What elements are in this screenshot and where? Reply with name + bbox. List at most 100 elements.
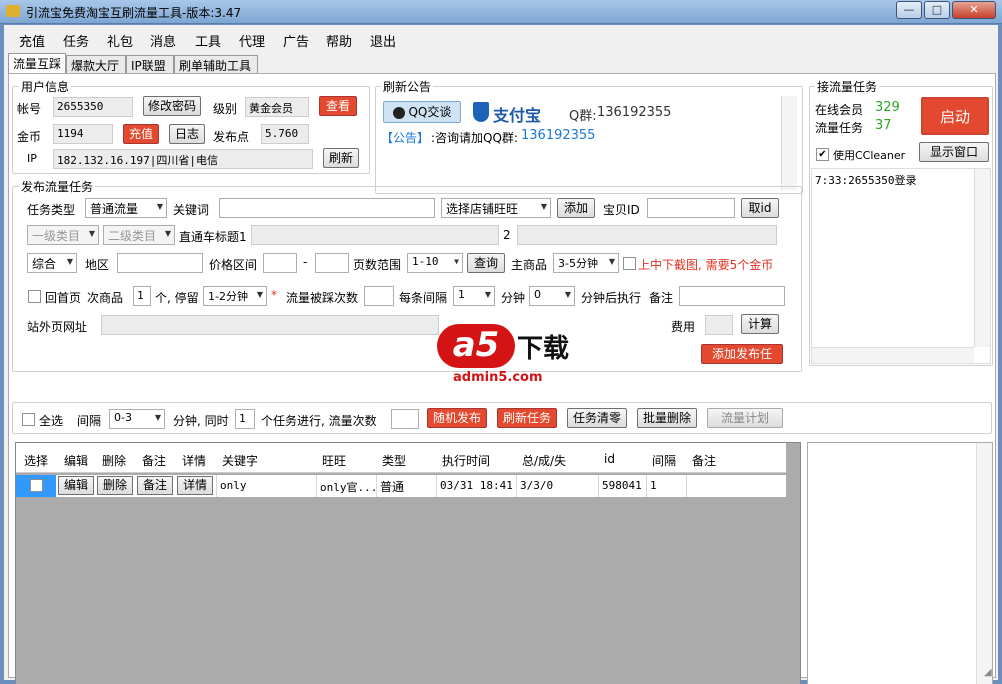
add-publish-button[interactable]: 添加发布任 xyxy=(701,344,783,364)
task-type-select[interactable]: 普通流量 xyxy=(85,198,167,218)
tab-hot-hall[interactable]: 爆款大厅 xyxy=(66,55,126,73)
watermark-logo: a5 下载 admin5.com xyxy=(433,320,583,390)
row-stats: 3/3/0 xyxy=(520,479,554,492)
qq-chat-button[interactable]: QQ交谈 xyxy=(383,101,461,123)
screenshot-checkbox[interactable] xyxy=(623,257,636,270)
menu-task[interactable]: 任务 xyxy=(63,31,89,50)
log-button[interactable]: 日志 xyxy=(169,124,205,144)
price-max-input[interactable] xyxy=(315,253,349,273)
ccleaner-label: 使用CCleaner xyxy=(833,149,906,162)
sub-item-label: 次商品 xyxy=(87,291,124,305)
price-min-input[interactable] xyxy=(263,253,297,273)
level-field: 黄金会员 xyxy=(245,97,309,117)
alipay-logo: 支付宝 xyxy=(469,100,555,125)
minimize-button[interactable]: — xyxy=(896,1,922,19)
category-1-select[interactable]: 一级类目 xyxy=(27,225,99,245)
price-dash: - xyxy=(303,255,308,269)
account-label: 帐号 xyxy=(17,102,42,116)
sort-select[interactable]: 综合 xyxy=(27,253,77,273)
row-checkbox[interactable] xyxy=(30,479,43,492)
random-publish-button[interactable]: 随机发布 xyxy=(427,408,487,428)
toolbar-interval-select[interactable]: 0-3 xyxy=(109,409,165,429)
home-checkbox[interactable] xyxy=(28,290,41,303)
log-line: 7:33:2655350登录 xyxy=(815,174,917,187)
flow-plan-button[interactable]: 流量计划 xyxy=(707,408,783,428)
log-scrollbar-h[interactable] xyxy=(812,347,974,363)
table-row[interactable]: 编辑 删除 备注 详情 only only官... 普通 03/31 18:41… xyxy=(16,475,786,497)
online-count: 329 xyxy=(875,100,900,115)
concurrent-input[interactable]: 1 xyxy=(235,409,255,429)
query-button[interactable]: 查询 xyxy=(467,253,505,273)
tab-order-tools[interactable]: 刷单辅助工具 xyxy=(174,55,258,73)
user-info-title: 用户信息 xyxy=(19,78,72,95)
show-window-button[interactable]: 显示窗口 xyxy=(919,142,989,162)
col-id: id xyxy=(604,452,615,466)
row-detail-button[interactable]: 详情 xyxy=(177,476,213,495)
clear-tasks-button[interactable]: 任务清零 xyxy=(567,408,627,428)
row-select-cell[interactable] xyxy=(16,475,56,497)
row-separator xyxy=(376,475,377,497)
menu-help[interactable]: 帮助 xyxy=(326,31,352,50)
keyword-input[interactable] xyxy=(219,198,435,218)
row-remark-button[interactable]: 备注 xyxy=(137,476,173,495)
publish-points-label: 发布点 xyxy=(213,130,250,144)
flow-times-input[interactable] xyxy=(364,286,394,306)
qq-icon xyxy=(392,106,405,119)
row-separator xyxy=(516,475,517,497)
start-button[interactable]: 启动 xyxy=(921,97,989,135)
flow-count-input[interactable] xyxy=(391,409,419,429)
menu-agent[interactable]: 代理 xyxy=(239,31,265,50)
menu-message[interactable]: 消息 xyxy=(150,31,176,50)
row-delete-button[interactable]: 删除 xyxy=(97,476,133,495)
select-all-checkbox[interactable] xyxy=(22,413,35,426)
get-id-button[interactable]: 取id xyxy=(741,198,779,218)
recharge-button[interactable]: 充值 xyxy=(123,124,159,144)
maximize-button[interactable]: □ xyxy=(924,1,950,19)
add-button[interactable]: 添加 xyxy=(557,198,595,218)
log-scrollbar-v[interactable] xyxy=(974,169,990,347)
url-input[interactable] xyxy=(101,315,439,335)
resize-grip-icon[interactable]: ◢ xyxy=(984,667,996,679)
menu-exit[interactable]: 退出 xyxy=(370,31,396,50)
calculate-button[interactable]: 计算 xyxy=(741,314,779,334)
menu-recharge[interactable]: 充值 xyxy=(19,31,45,50)
concurrent-label: 个任务进行, 流量次数 xyxy=(261,414,377,428)
sub-item-count-input[interactable]: 1 xyxy=(133,286,151,306)
menu-gift[interactable]: 礼包 xyxy=(107,31,133,50)
close-button[interactable]: ✕ xyxy=(952,1,996,19)
qq-chat-label: QQ交谈 xyxy=(408,105,452,119)
tab-flow-exchange[interactable]: 流量互踩 xyxy=(8,53,66,74)
after-select[interactable]: 0 xyxy=(529,286,575,306)
col-exec-time: 执行时间 xyxy=(442,454,491,468)
batch-delete-button[interactable]: 批量删除 xyxy=(637,408,697,428)
stay-select[interactable]: 1-2分钟 xyxy=(203,286,267,306)
online-label: 在线会员 xyxy=(815,103,864,117)
notice-scrollbar[interactable] xyxy=(781,96,797,190)
watermark-brand: a5 xyxy=(437,324,515,368)
shop-select[interactable]: 选择店铺旺旺 xyxy=(441,198,551,218)
main-item-select[interactable]: 3-5分钟 xyxy=(553,253,619,273)
category-2-select[interactable]: 二级类目 xyxy=(103,225,175,245)
item-id-input[interactable] xyxy=(647,198,735,218)
interval-select[interactable]: 1 xyxy=(453,286,495,306)
notice-qq-number: 136192355 xyxy=(521,128,596,143)
menu-tools[interactable]: 工具 xyxy=(195,31,221,50)
col-select: 选择 xyxy=(24,454,49,468)
flow-times-label: 流量被踩次数 xyxy=(286,291,359,305)
side-log-scrollbar[interactable] xyxy=(976,443,992,684)
page-range-select[interactable]: 1-10 xyxy=(407,253,463,273)
tab-ip-alliance[interactable]: IP联盟 xyxy=(126,55,174,73)
interval-label: 每条间隔 xyxy=(399,291,448,305)
remark-input[interactable] xyxy=(679,286,785,306)
view-button[interactable]: 查看 xyxy=(319,96,357,116)
region-input[interactable] xyxy=(117,253,203,273)
change-password-button[interactable]: 修改密码 xyxy=(143,96,201,116)
ccleaner-checkbox[interactable]: ✔ xyxy=(816,148,829,161)
menu-ads[interactable]: 广告 xyxy=(283,31,309,50)
col-detail: 详情 xyxy=(182,454,207,468)
title2-input[interactable] xyxy=(517,225,777,245)
row-edit-button[interactable]: 编辑 xyxy=(58,476,94,495)
title1-input[interactable] xyxy=(251,225,499,245)
refresh-button[interactable]: 刷新 xyxy=(323,148,359,168)
refresh-tasks-button[interactable]: 刷新任务 xyxy=(497,408,557,428)
